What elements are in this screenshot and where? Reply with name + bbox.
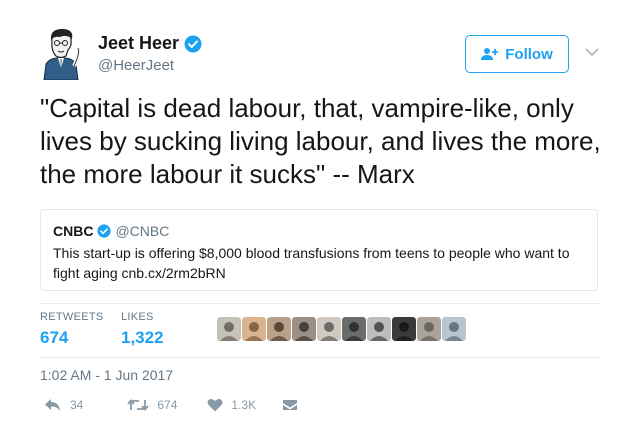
liker-avatar[interactable] (342, 317, 366, 341)
quoted-user-handle: @CNBC (115, 223, 170, 239)
tweet-text: "Capital is dead labour, that, vampire-l… (40, 93, 601, 189)
liker-avatar[interactable] (292, 317, 316, 341)
reply-icon (45, 399, 60, 411)
liker-avatar[interactable] (367, 317, 391, 341)
quoted-tweet[interactable]: CNBC @CNBC This start-up is offering $8,… (40, 209, 598, 291)
liker-avatar[interactable] (417, 317, 441, 341)
likes-count: 1,322 (121, 328, 164, 347)
liker-avatar[interactable] (267, 317, 291, 341)
retweets-label: RETWEETS (40, 311, 104, 323)
user-display-name[interactable]: Jeet Heer (98, 33, 202, 54)
reply-button[interactable]: 34 (44, 398, 83, 412)
quoted-user-name: CNBC (53, 223, 94, 239)
liker-avatar[interactable] (442, 317, 466, 341)
tweet-timestamp[interactable]: 1:02 AM - 1 Jun 2017 (40, 367, 173, 383)
add-user-icon (481, 48, 499, 60)
likes-label: LIKES (121, 311, 154, 323)
liker-avatar[interactable] (242, 317, 266, 341)
like-count: 1.3K (231, 398, 257, 412)
liker-avatars (217, 317, 466, 341)
user-name-text[interactable]: Jeet Heer (98, 33, 179, 54)
retweets-stat[interactable]: RETWEETS 674 (40, 311, 104, 348)
tweet-actions: 34 674 1.3K (44, 398, 298, 412)
divider (40, 303, 600, 304)
verified-badge-icon (184, 35, 202, 52)
liker-avatar[interactable] (217, 317, 241, 341)
follow-button-label: Follow (505, 45, 553, 63)
retweets-count: 674 (40, 328, 69, 347)
direct-message-button[interactable] (282, 398, 298, 412)
follow-button[interactable]: Follow (465, 35, 569, 73)
chevron-down-icon[interactable] (585, 47, 599, 57)
user-handle[interactable]: @HeerJeet (98, 57, 174, 74)
liker-avatar[interactable] (392, 317, 416, 341)
reply-count: 34 (70, 398, 84, 412)
verified-badge-icon (97, 224, 112, 238)
divider (40, 357, 600, 358)
profile-avatar[interactable] (38, 28, 84, 80)
likes-stat[interactable]: LIKES 1,322 (121, 311, 164, 348)
quoted-tweet-header: CNBC @CNBC (53, 223, 585, 239)
like-button[interactable]: 1.3K (207, 398, 256, 412)
heart-icon (207, 398, 223, 412)
retweet-icon (127, 399, 150, 411)
retweet-button[interactable]: 674 (127, 398, 177, 412)
retweet-count: 674 (157, 398, 178, 412)
quoted-tweet-text: This start-up is offering $8,000 blood t… (53, 245, 570, 281)
liker-avatar[interactable] (317, 317, 341, 341)
envelope-icon (283, 400, 298, 410)
